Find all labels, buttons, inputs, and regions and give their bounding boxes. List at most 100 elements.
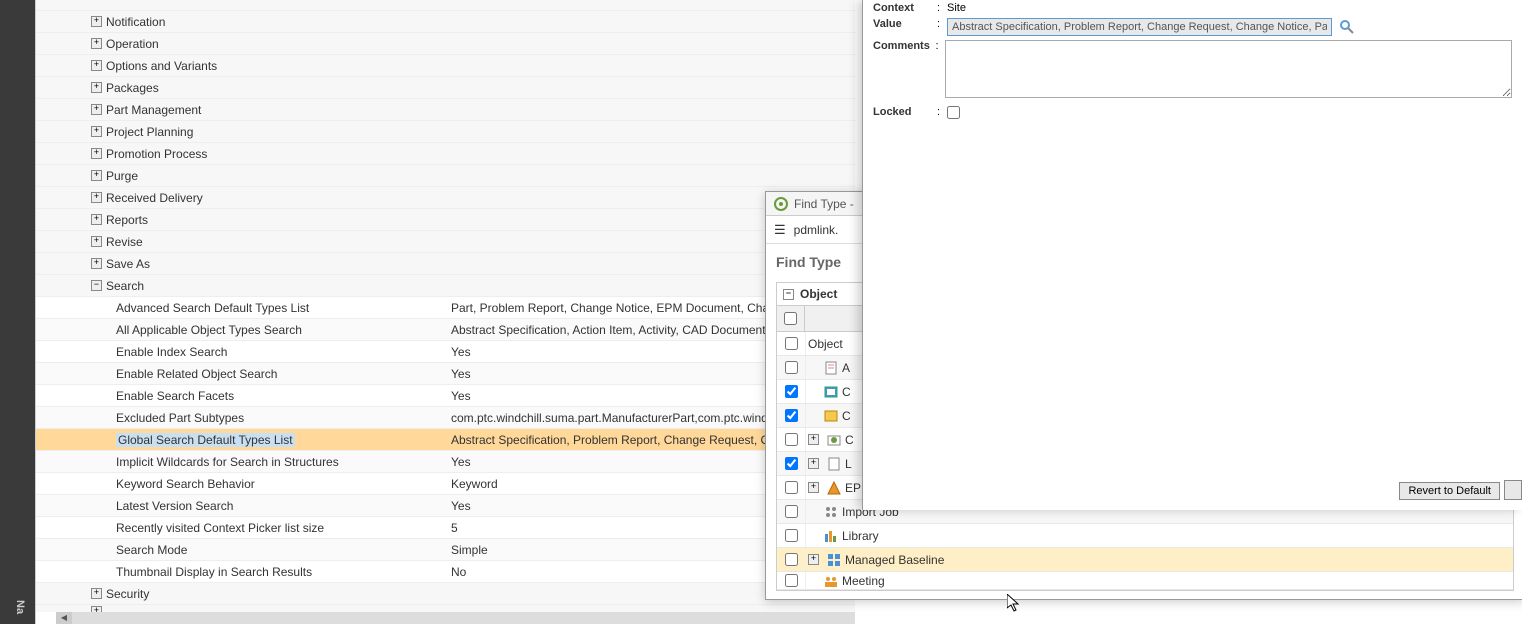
row-label: C — [842, 385, 851, 399]
comments-textarea[interactable] — [945, 40, 1512, 98]
expand-icon[interactable]: + — [91, 38, 102, 49]
tree-item-latest-version[interactable]: Latest Version Search Yes — [36, 495, 855, 517]
tree-item-keyword-behavior[interactable]: Keyword Search Behavior Keyword — [36, 473, 855, 495]
row-checkbox[interactable] — [785, 481, 798, 494]
object-row-baseline[interactable]: + Managed Baseline — [777, 548, 1513, 572]
partial-button[interactable] — [1504, 480, 1522, 500]
tree-node-save-as[interactable]: + Save As — [36, 253, 855, 275]
change-icon — [823, 408, 839, 424]
expand-icon[interactable]: + — [91, 82, 102, 93]
tree-node-part-management[interactable]: + Part Management — [36, 99, 855, 121]
tree-node-search[interactable]: − Search — [36, 275, 855, 297]
row-checkbox[interactable] — [785, 385, 798, 398]
doc-icon — [826, 456, 842, 472]
section-title: Object — [800, 287, 837, 301]
expand-icon[interactable]: + — [91, 588, 102, 599]
form-row-locked: Locked : — [873, 106, 1512, 119]
row-checkbox[interactable] — [785, 457, 798, 470]
expand-icon[interactable]: + — [808, 554, 819, 565]
row-label: C — [845, 433, 854, 447]
row-checkbox[interactable] — [785, 529, 798, 542]
tree-node-reports[interactable]: + Reports — [36, 209, 855, 231]
select-all-checkbox[interactable] — [784, 312, 797, 325]
row-checkbox[interactable] — [785, 361, 798, 374]
tree-item-enable-index[interactable]: Enable Index Search Yes — [36, 341, 855, 363]
expand-icon[interactable]: + — [91, 258, 102, 269]
tree-node-revise[interactable]: + Revise — [36, 231, 855, 253]
row-checkbox[interactable] — [785, 409, 798, 422]
tree-node-options-variants[interactable]: + Options and Variants — [36, 55, 855, 77]
expand-icon[interactable]: + — [91, 236, 102, 247]
object-row-meeting[interactable]: Meeting — [777, 572, 1513, 590]
preferences-tree: + Notification + Operation + Options and… — [35, 0, 855, 624]
form-row-context: Context : Site — [873, 2, 1512, 14]
expand-icon[interactable]: + — [91, 148, 102, 159]
library-icon — [823, 528, 839, 544]
tree-node-partial[interactable]: + — [36, 605, 855, 612]
form-row-comments: Comments : — [873, 40, 1512, 98]
row-checkbox[interactable] — [785, 433, 798, 446]
left-sidebar: Na — [0, 0, 35, 624]
site-icon: ☰ — [774, 222, 786, 238]
meeting-icon — [823, 573, 839, 589]
row-checkbox[interactable] — [785, 337, 798, 350]
row-checkbox[interactable] — [785, 574, 798, 587]
tree-item-search-mode[interactable]: Search Mode Simple — [36, 539, 855, 561]
tree-row-partial[interactable] — [36, 0, 855, 11]
revert-button[interactable]: Revert to Default — [1399, 482, 1500, 500]
object-row-library[interactable]: Library — [777, 524, 1513, 548]
row-label: L — [845, 457, 852, 471]
expand-icon[interactable]: + — [91, 104, 102, 115]
tree-node-security[interactable]: + Security — [36, 583, 855, 605]
import-icon — [823, 504, 839, 520]
tree-item-global-search[interactable]: Global Search Default Types List Abstrac… — [36, 429, 855, 451]
expand-icon[interactable]: + — [808, 434, 819, 445]
expand-icon[interactable]: + — [91, 60, 102, 71]
locked-checkbox[interactable] — [947, 106, 960, 119]
property-panel: Context : Site Value : Comments : Locked… — [862, 0, 1522, 510]
epm-icon — [826, 480, 842, 496]
object-header-label: Object — [808, 337, 843, 351]
baseline-icon — [826, 552, 842, 568]
expand-icon[interactable]: + — [808, 482, 819, 493]
row-checkbox[interactable] — [785, 505, 798, 518]
tree-node-packages[interactable]: + Packages — [36, 77, 855, 99]
app-icon — [774, 197, 788, 211]
tree-node-purge[interactable]: + Purge — [36, 165, 855, 187]
expand-icon[interactable]: + — [91, 126, 102, 137]
nav-label: Na — [14, 600, 26, 614]
row-label: C — [842, 409, 851, 423]
tree-node-notification[interactable]: + Notification — [36, 11, 855, 33]
row-label: A — [842, 361, 850, 375]
row-label: Meeting — [842, 574, 885, 588]
tree-item-advanced-search[interactable]: Advanced Search Default Types List Part,… — [36, 297, 855, 319]
tree-node-project-planning[interactable]: + Project Planning — [36, 121, 855, 143]
tree-item-all-applicable[interactable]: All Applicable Object Types Search Abstr… — [36, 319, 855, 341]
tree-item-excluded-subtypes[interactable]: Excluded Part Subtypes com.ptc.windchill… — [36, 407, 855, 429]
expand-icon[interactable]: + — [91, 16, 102, 27]
tree-node-received-delivery[interactable]: + Received Delivery — [36, 187, 855, 209]
tree-node-operation[interactable]: + Operation — [36, 33, 855, 55]
value-input[interactable] — [947, 18, 1332, 36]
form-row-value: Value : — [873, 18, 1512, 36]
spec-icon — [823, 360, 839, 376]
tree-item-recent-context[interactable]: Recently visited Context Picker list siz… — [36, 517, 855, 539]
tree-node-promotion-process[interactable]: + Promotion Process — [36, 143, 855, 165]
expand-icon[interactable]: + — [91, 192, 102, 203]
tree-item-enable-related[interactable]: Enable Related Object Search Yes — [36, 363, 855, 385]
expand-icon[interactable]: + — [91, 170, 102, 181]
expand-icon[interactable]: + — [808, 458, 819, 469]
expand-icon[interactable]: + — [91, 214, 102, 225]
tree-item-implicit-wildcards[interactable]: Implicit Wildcards for Search in Structu… — [36, 451, 855, 473]
collapse-icon[interactable]: − — [91, 280, 102, 291]
tree-item-enable-facets[interactable]: Enable Search Facets Yes — [36, 385, 855, 407]
row-checkbox[interactable] — [785, 553, 798, 566]
scroll-left-icon[interactable]: ◀ — [56, 612, 72, 624]
collapse-icon[interactable]: − — [783, 289, 794, 300]
search-icon[interactable] — [1339, 19, 1355, 35]
address-text: pdmlink. — [794, 223, 839, 237]
folder-icon — [826, 432, 842, 448]
tree-item-thumbnail-display[interactable]: Thumbnail Display in Search Results No — [36, 561, 855, 583]
row-label: Managed Baseline — [845, 553, 944, 567]
horizontal-scrollbar[interactable]: ◀ — [56, 612, 855, 624]
